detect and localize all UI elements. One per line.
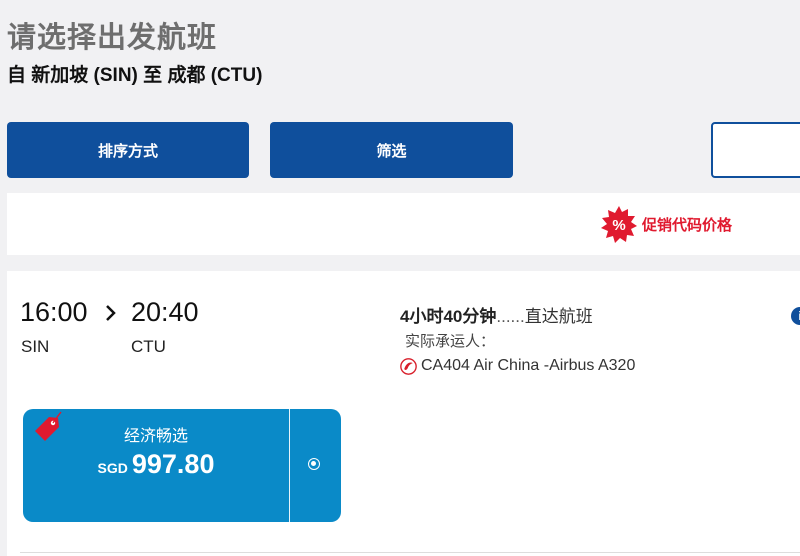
fare-currency: SGD (97, 460, 128, 476)
arrival-airport: CTU (131, 337, 166, 356)
flight-duration: 4小时40分钟......直达航班 (400, 302, 593, 327)
stop-type: 直达航班 (524, 307, 593, 326)
departure-airport: SIN (21, 337, 50, 356)
secondary-button[interactable] (711, 122, 800, 178)
chevron-right-icon (106, 305, 116, 321)
operated-by-label: 实际承运人： (405, 333, 496, 350)
filter-button[interactable]: 筛选 (270, 122, 513, 178)
departure-time: 16:00 (20, 297, 88, 327)
discount-badge-icon: % (601, 206, 637, 243)
arrival-time: 20:40 (131, 297, 199, 327)
fare-select-radio[interactable] (308, 458, 320, 470)
fare-amount: 997.80 (131, 449, 215, 479)
carrier-label: CA404 Air China -Airbus A320 (421, 357, 636, 374)
discount-badge-symbol: % (612, 217, 625, 234)
carrier-info: CA404 Air China -Airbus A320 (400, 357, 635, 375)
price-tag-icon (35, 411, 62, 441)
route-summary: 自 新加坡 (SIN) 至 成都 (CTU) (7, 65, 263, 86)
page-title: 请选择出发航班 (7, 22, 218, 54)
air-china-logo-icon (400, 357, 417, 375)
promo-code-price[interactable]: % 促销代码价格 (600, 205, 732, 243)
divider (20, 552, 800, 553)
sort-button[interactable]: 排序方式 (7, 122, 249, 178)
sort-button-label: 排序方式 (97, 142, 158, 160)
promo-label: 促销代码价格 (642, 216, 733, 234)
duration-value: 4小时40分钟 (400, 307, 497, 326)
filter-button-label: 筛选 (376, 142, 407, 160)
fare-name: 经济畅选 (123, 428, 188, 445)
duration-dots: ...... (496, 307, 525, 326)
fare-option-economy[interactable]: 经济畅选 SGD 997.80 (23, 409, 341, 522)
fare-divider (289, 409, 290, 522)
fare-price: SGD 997.80 (23, 449, 289, 480)
